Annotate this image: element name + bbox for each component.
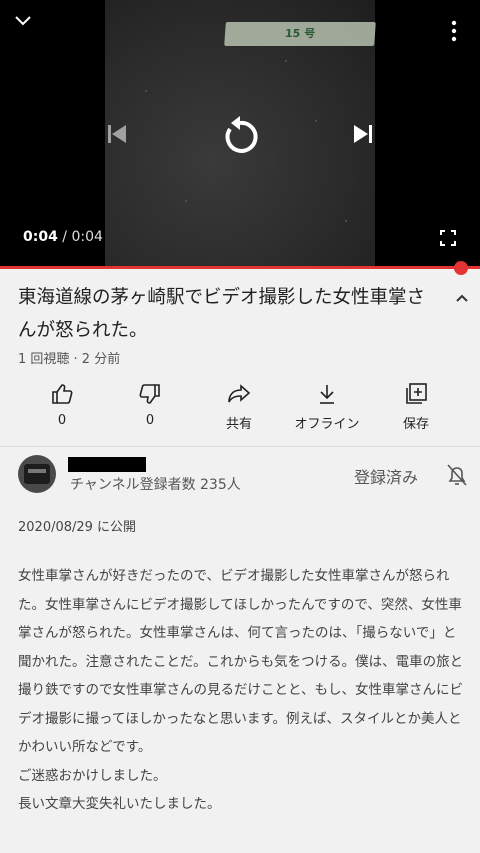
texture — [315, 120, 317, 122]
fullscreen-icon[interactable] — [440, 230, 456, 250]
video-player[interactable]: 15 号 0:04 / 0:04 — [0, 0, 480, 268]
duration: 0:04 — [71, 229, 103, 245]
current-time: 0:04 — [23, 229, 58, 245]
avatar-detail — [28, 469, 46, 473]
previous-icon[interactable] — [106, 123, 128, 149]
like-button[interactable]: 0 — [27, 382, 97, 428]
time-display: 0:04 / 0:04 — [23, 229, 103, 245]
share-button[interactable]: 共有 — [204, 382, 274, 432]
share-label: 共有 — [225, 417, 252, 432]
platform-sign: 15 号 — [224, 22, 376, 46]
texture — [145, 90, 147, 92]
progress-bar[interactable] — [0, 266, 480, 269]
expand-chevron-icon[interactable] — [455, 288, 469, 307]
texture — [185, 200, 187, 202]
texture — [345, 220, 347, 222]
offline-label: オフライン — [294, 417, 360, 432]
notification-off-bell-icon[interactable] — [446, 463, 468, 491]
time-separator: / — [62, 229, 67, 245]
redacted-channel-name[interactable] — [68, 457, 146, 472]
like-count: 0 — [57, 413, 67, 428]
next-icon[interactable] — [352, 123, 374, 149]
progress-scrubber[interactable] — [454, 261, 468, 275]
subscriber-count: チャンネル登録者数 235人 — [70, 477, 241, 493]
divider — [0, 446, 480, 447]
more-options-icon[interactable] — [450, 20, 458, 46]
publish-date: 2020/08/29 に公開 — [18, 520, 137, 535]
dislike-button[interactable]: 0 — [115, 382, 185, 428]
channel-avatar[interactable] — [18, 455, 56, 493]
subscribed-button[interactable]: 登録済み — [354, 464, 418, 488]
video-title: 東海道線の茅ヶ崎駅でビデオ撮影した女性車掌さんが怒られた。 — [18, 287, 426, 341]
save-label: 保存 — [402, 417, 429, 432]
video-description: 女性車掌さんが好きだったので、ビデオ撮影した女性車掌さんが怒られた。女性車掌さん… — [18, 568, 464, 812]
replay-icon[interactable] — [218, 115, 262, 163]
save-button[interactable]: 保存 — [381, 382, 451, 432]
collapse-chevron-icon[interactable] — [14, 12, 32, 31]
action-bar: 0 0 共有 オフライン 保存 — [18, 382, 462, 432]
platform-sign-text: 15 号 — [284, 27, 316, 40]
avatar-train-image — [24, 464, 50, 484]
texture — [285, 60, 287, 62]
video-meta: 1 回視聴 · 2 分前 — [18, 352, 121, 367]
dislike-count: 0 — [145, 413, 155, 428]
offline-button[interactable]: オフライン — [292, 382, 362, 432]
